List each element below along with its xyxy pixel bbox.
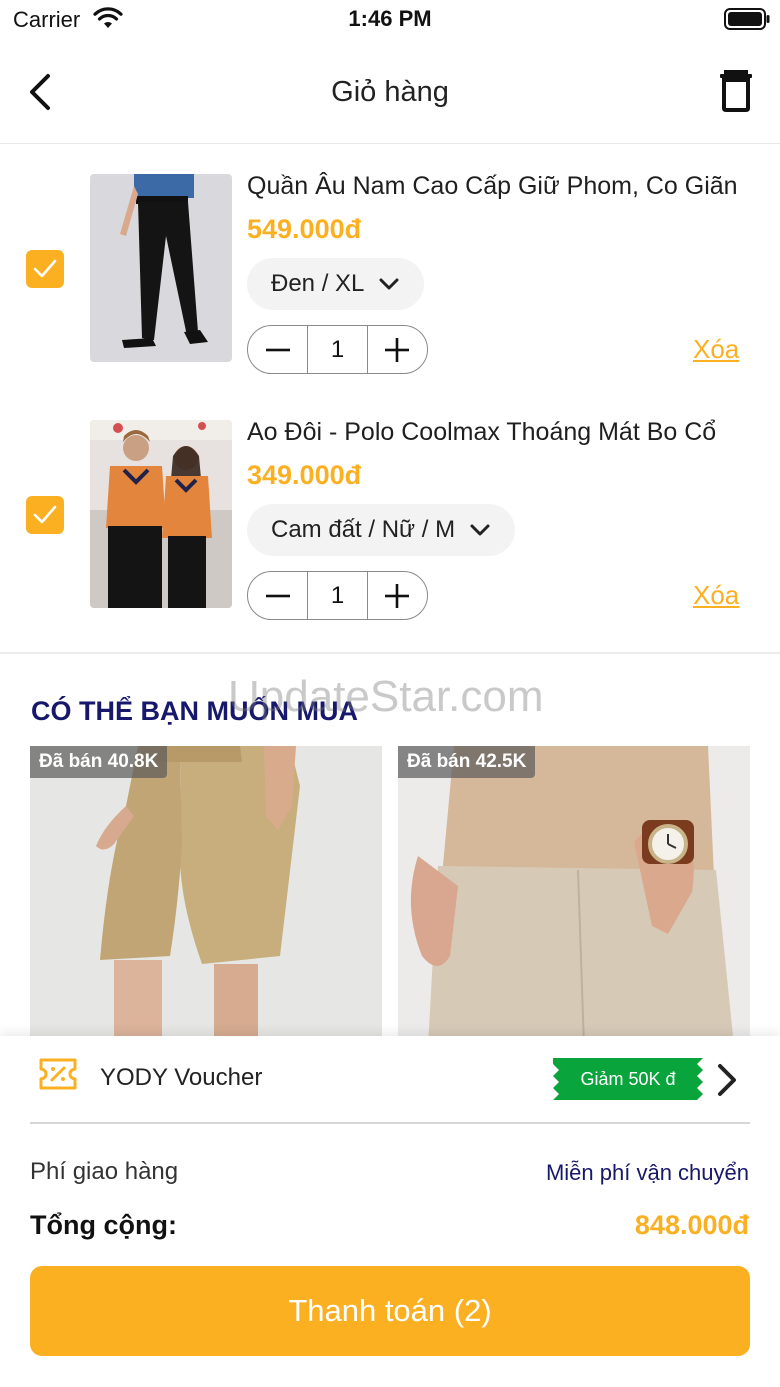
shipping-value: Miễn phí vận chuyển: [545, 1160, 749, 1185]
checkout-button[interactable]: Thanh toán (2): [30, 1266, 750, 1356]
product-card[interactable]: Đã bán 40.8K: [30, 746, 382, 1046]
quantity-stepper: 1: [247, 325, 428, 374]
voucher-label[interactable]: YODY Voucher: [100, 1064, 262, 1092]
cart-item: Quần Âu Nam Cao Cấp Giữ Phom, Co Giãn 54…: [0, 160, 780, 406]
voucher-discount-text: Giảm 50K đ: [580, 1068, 676, 1089]
product-image[interactable]: [90, 420, 232, 608]
plus-icon: [385, 337, 410, 362]
quantity-value[interactable]: 1: [307, 572, 368, 619]
checkout-summary: YODY Voucher Giảm 50K đ Phí giao hàng Mi…: [0, 1036, 780, 1387]
cart-item: Ao Đôi - Polo Coolmax Thoáng Mát Bo Cổ 3…: [0, 406, 780, 652]
decrease-button[interactable]: [248, 326, 307, 373]
product-image[interactable]: [90, 174, 232, 362]
watermark: UpdateStar.com: [228, 672, 544, 721]
variant-label: Đen / XL: [271, 270, 365, 297]
minus-icon: [265, 348, 290, 351]
remove-item-link[interactable]: Xóa: [693, 580, 739, 611]
item-checkbox[interactable]: [26, 496, 64, 534]
item-price: 349.000đ: [247, 460, 362, 490]
chevron-right-icon[interactable]: [712, 1060, 742, 1100]
increase-button[interactable]: [368, 572, 427, 619]
sold-count-badge: Đã bán 42.5K: [398, 746, 536, 778]
item-name[interactable]: Ao Đôi - Polo Coolmax Thoáng Mát Bo Cổ: [247, 418, 777, 447]
checkmark-icon: [33, 505, 57, 524]
product-image: [398, 746, 750, 1046]
app-header: Giỏ hàng: [0, 44, 780, 144]
minus-icon: [265, 594, 290, 597]
increase-button[interactable]: [368, 326, 427, 373]
trash-icon[interactable]: [716, 68, 756, 112]
voucher-discount-tag[interactable]: Giảm 50K đ: [553, 1058, 703, 1100]
summary-divider: [30, 1122, 750, 1124]
variant-selector[interactable]: Đen / XL: [247, 258, 425, 310]
item-name[interactable]: Quần Âu Nam Cao Cấp Giữ Phom, Co Giãn: [247, 172, 777, 201]
sold-count-badge: Đã bán 40.8K: [30, 746, 168, 778]
battery-icon: [724, 8, 770, 30]
item-checkbox[interactable]: [26, 250, 64, 288]
chevron-down-icon: [379, 278, 399, 290]
shipping-label: Phí giao hàng: [30, 1158, 179, 1185]
item-price: 549.000đ: [247, 214, 362, 244]
quantity-value[interactable]: 1: [307, 326, 368, 373]
decrease-button[interactable]: [248, 572, 307, 619]
chevron-down-icon: [470, 524, 490, 536]
status-bar: Carrier 1:46 PM: [0, 0, 780, 44]
total-value: 848.000đ: [634, 1210, 749, 1240]
status-time: 1:46 PM: [348, 6, 432, 31]
section-divider: [0, 652, 780, 654]
quantity-stepper: 1: [247, 571, 428, 620]
plus-icon: [385, 583, 410, 608]
variant-selector[interactable]: Cam đất / Nữ / M: [247, 504, 516, 556]
voucher-icon[interactable]: [37, 1056, 79, 1092]
product-image: [30, 746, 382, 1046]
product-card[interactable]: Đã bán 42.5K: [398, 746, 750, 1046]
total-label: Tổng cộng:: [30, 1210, 177, 1240]
remove-item-link[interactable]: Xóa: [693, 334, 739, 365]
page-title: Giỏ hàng: [331, 76, 449, 108]
variant-label: Cam đất / Nữ / M: [271, 516, 456, 543]
checkmark-icon: [33, 259, 57, 278]
cart-screen: Carrier 1:46 PM Giỏ hàng Quần Âu Nam Cao…: [0, 0, 780, 1387]
